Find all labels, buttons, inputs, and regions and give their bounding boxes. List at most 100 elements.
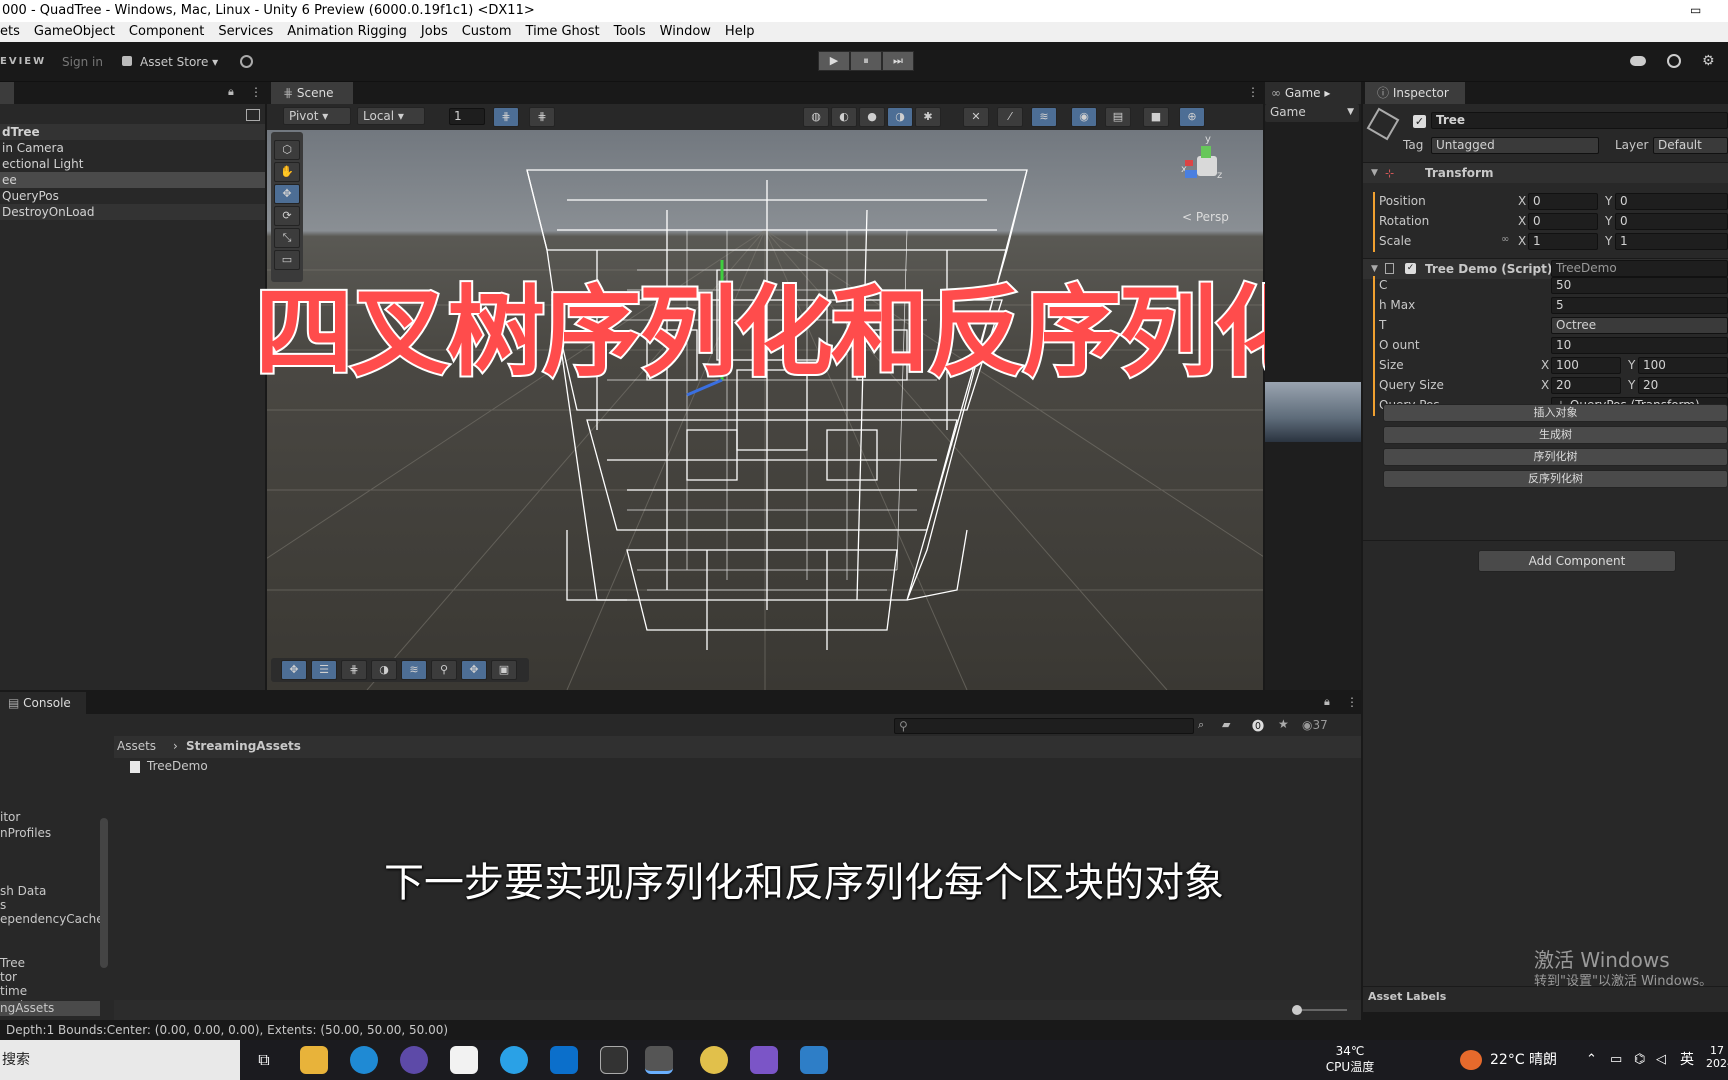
pause-button[interactable]: ⏸ bbox=[850, 51, 882, 71]
app-icon[interactable] bbox=[400, 1046, 428, 1074]
rotation-x-field[interactable]: 0 bbox=[1528, 213, 1598, 230]
position-x-field[interactable]: 0 bbox=[1528, 193, 1598, 210]
overlay-camera-icon[interactable]: ▣ bbox=[491, 660, 517, 680]
script-enabled-checkbox[interactable]: ✓ bbox=[1405, 263, 1416, 274]
folder-item-selected[interactable]: ngAssets bbox=[0, 1001, 100, 1016]
shading-wire-icon[interactable]: ◐ bbox=[831, 107, 857, 127]
overlay-tool-settings-icon[interactable]: ☰ bbox=[311, 660, 337, 680]
pivot-dropdown[interactable]: Pivot ▾ bbox=[283, 107, 351, 125]
window-controls[interactable]: ▭ bbox=[1690, 3, 1728, 19]
menu-component[interactable]: Component bbox=[129, 22, 204, 42]
overlay-shading-icon[interactable]: ◑ bbox=[371, 660, 397, 680]
script-field-value[interactable]: 50 bbox=[1551, 277, 1728, 294]
shading-solid-icon[interactable]: ● bbox=[859, 107, 885, 127]
menu-gameobject[interactable]: GameObject bbox=[34, 22, 115, 42]
overlay-search-icon[interactable]: ⚲ bbox=[431, 660, 457, 680]
volume-icon[interactable]: ◁ bbox=[1656, 1040, 1666, 1080]
taskbar-search[interactable]: 搜索 bbox=[0, 1040, 240, 1080]
breadcrumb-assets[interactable]: Assets bbox=[117, 739, 156, 754]
app-icon[interactable] bbox=[550, 1046, 578, 1074]
hidden-count[interactable]: ◉37 bbox=[1302, 718, 1328, 732]
settings-icon[interactable]: ⚙ bbox=[1702, 53, 1715, 69]
task-view-icon[interactable]: ⧉ bbox=[250, 1046, 278, 1074]
folder-item[interactable]: Tree bbox=[0, 956, 25, 971]
step-button[interactable]: ⏭ bbox=[882, 51, 914, 71]
query-size-y-field[interactable]: 20 bbox=[1638, 377, 1728, 394]
hierarchy-item[interactable]: DestroyOnLoad bbox=[0, 204, 265, 220]
folder-tree-scrollbar[interactable] bbox=[100, 818, 108, 968]
folder-item[interactable]: itor bbox=[0, 810, 20, 825]
hierarchy-item[interactable]: in Camera bbox=[0, 140, 265, 156]
weather-text[interactable]: 22°C 晴朗 bbox=[1490, 1040, 1557, 1080]
folder-item[interactable]: nProfiles bbox=[0, 826, 51, 841]
clock[interactable]: 17 2024 bbox=[1706, 1044, 1728, 1070]
position-y-field[interactable]: 0 bbox=[1615, 193, 1728, 210]
telegram-icon[interactable] bbox=[500, 1046, 528, 1074]
local-dropdown[interactable]: Local ▾ bbox=[357, 107, 425, 125]
battery-icon[interactable]: ▭ bbox=[1610, 1040, 1622, 1080]
debug-icon[interactable]: ✱ bbox=[915, 107, 941, 127]
generate-tree-button[interactable]: 生成树 bbox=[1383, 426, 1728, 444]
layers-icon[interactable]: ≋ bbox=[1031, 107, 1057, 127]
game-display-dropdown[interactable]: Game ▼ bbox=[1265, 104, 1359, 122]
tab-inspector[interactable]: ⓘ Inspector bbox=[1365, 82, 1465, 104]
breadcrumb-current[interactable]: StreamingAssets bbox=[186, 739, 301, 754]
search-by-label-icon[interactable]: ▰ bbox=[1222, 718, 1230, 731]
play-button[interactable]: ▶ bbox=[818, 51, 850, 71]
hierarchy-item[interactable]: dTree bbox=[0, 124, 265, 140]
file-explorer-icon[interactable] bbox=[300, 1046, 328, 1074]
folder-item[interactable]: tor bbox=[0, 970, 17, 985]
move-tool-icon[interactable]: ✥ bbox=[274, 184, 300, 204]
insert-object-button[interactable]: 插入对象 bbox=[1383, 404, 1728, 422]
lock-icon[interactable]: 🔒︎ bbox=[1324, 695, 1330, 709]
draw-mode-icon[interactable]: ▤ bbox=[1105, 107, 1131, 127]
hierarchy-item[interactable]: ectional Light bbox=[0, 156, 265, 172]
hand-tool-icon[interactable]: ✋ bbox=[274, 162, 300, 182]
kebab-menu-icon[interactable]: ⋮ bbox=[1346, 695, 1358, 709]
scene-viewport[interactable]: ⬡ ✋ ✥ ⟳ ⤡ ▭ y x z < Persp ✥ ☰ ⋕ ◑ ≋ ⚲ ✥ … bbox=[267, 130, 1263, 690]
menu-jobs[interactable]: Jobs bbox=[421, 22, 448, 42]
gizmos-icon[interactable]: ⊕ bbox=[1179, 107, 1205, 127]
rotation-y-field[interactable]: 0 bbox=[1615, 213, 1728, 230]
layer-dropdown[interactable]: Default bbox=[1653, 137, 1728, 154]
overlay-grid-icon[interactable]: ⋕ bbox=[341, 660, 367, 680]
warnings-icon[interactable]: ⓿ bbox=[1252, 717, 1264, 734]
script-field-value[interactable]: 10 bbox=[1551, 337, 1728, 354]
zoom-slider-thumb[interactable] bbox=[1292, 1005, 1302, 1015]
audio-off-icon[interactable]: ✕ bbox=[963, 107, 989, 127]
link-icon[interactable]: ∞ bbox=[1501, 234, 1509, 245]
menu-tools[interactable]: Tools bbox=[614, 22, 646, 42]
add-component-button[interactable]: Add Component bbox=[1478, 550, 1676, 572]
menu-assets[interactable]: ets bbox=[0, 22, 20, 42]
query-size-x-field[interactable]: 20 bbox=[1551, 377, 1621, 394]
rotate-tool-icon[interactable]: ⟳ bbox=[274, 206, 300, 226]
rect-tool-icon[interactable]: ▭ bbox=[274, 250, 300, 270]
tab-console[interactable]: ▤ Console bbox=[0, 692, 86, 714]
menu-custom[interactable]: Custom bbox=[462, 22, 512, 42]
tab-scene[interactable]: ⋕ Scene bbox=[271, 82, 353, 104]
app-icon[interactable] bbox=[700, 1046, 728, 1074]
size-x-field[interactable]: 100 bbox=[1551, 357, 1621, 374]
asset-store-button[interactable]: Asset Store ▾ bbox=[140, 42, 218, 82]
menu-help[interactable]: Help bbox=[725, 22, 755, 42]
menu-animation-rigging[interactable]: Animation Rigging bbox=[287, 22, 407, 42]
cloud-icon[interactable] bbox=[1630, 56, 1646, 66]
favorite-star-icon[interactable]: ★ bbox=[1278, 717, 1289, 731]
history-icon[interactable] bbox=[1667, 54, 1681, 68]
cloud-settings-icon[interactable] bbox=[240, 55, 253, 68]
tag-dropdown[interactable]: Untagged bbox=[1431, 137, 1599, 154]
store-icon[interactable] bbox=[450, 1046, 478, 1074]
hierarchy-item-selected[interactable]: ee bbox=[0, 172, 265, 188]
network-icon[interactable]: ⌬ bbox=[1634, 1040, 1645, 1080]
visibility-eye-icon[interactable]: ◉ bbox=[1071, 107, 1097, 127]
tab-game[interactable]: ∞ Game ▸ bbox=[1265, 82, 1361, 104]
script-field[interactable]: TreeDemo bbox=[1551, 260, 1728, 277]
serialize-tree-button[interactable]: 序列化树 bbox=[1383, 448, 1728, 466]
sign-in-link[interactable]: Sign in bbox=[62, 42, 103, 82]
tray-chevron-icon[interactable]: ⌃ bbox=[1586, 1040, 1597, 1080]
visual-studio-icon[interactable] bbox=[750, 1046, 778, 1074]
folder-item[interactable]: time bbox=[0, 984, 27, 999]
search-filter-icon[interactable] bbox=[246, 109, 260, 121]
scale-x-field[interactable]: 1 bbox=[1528, 233, 1598, 250]
folder-item[interactable]: sh Data bbox=[0, 884, 46, 899]
